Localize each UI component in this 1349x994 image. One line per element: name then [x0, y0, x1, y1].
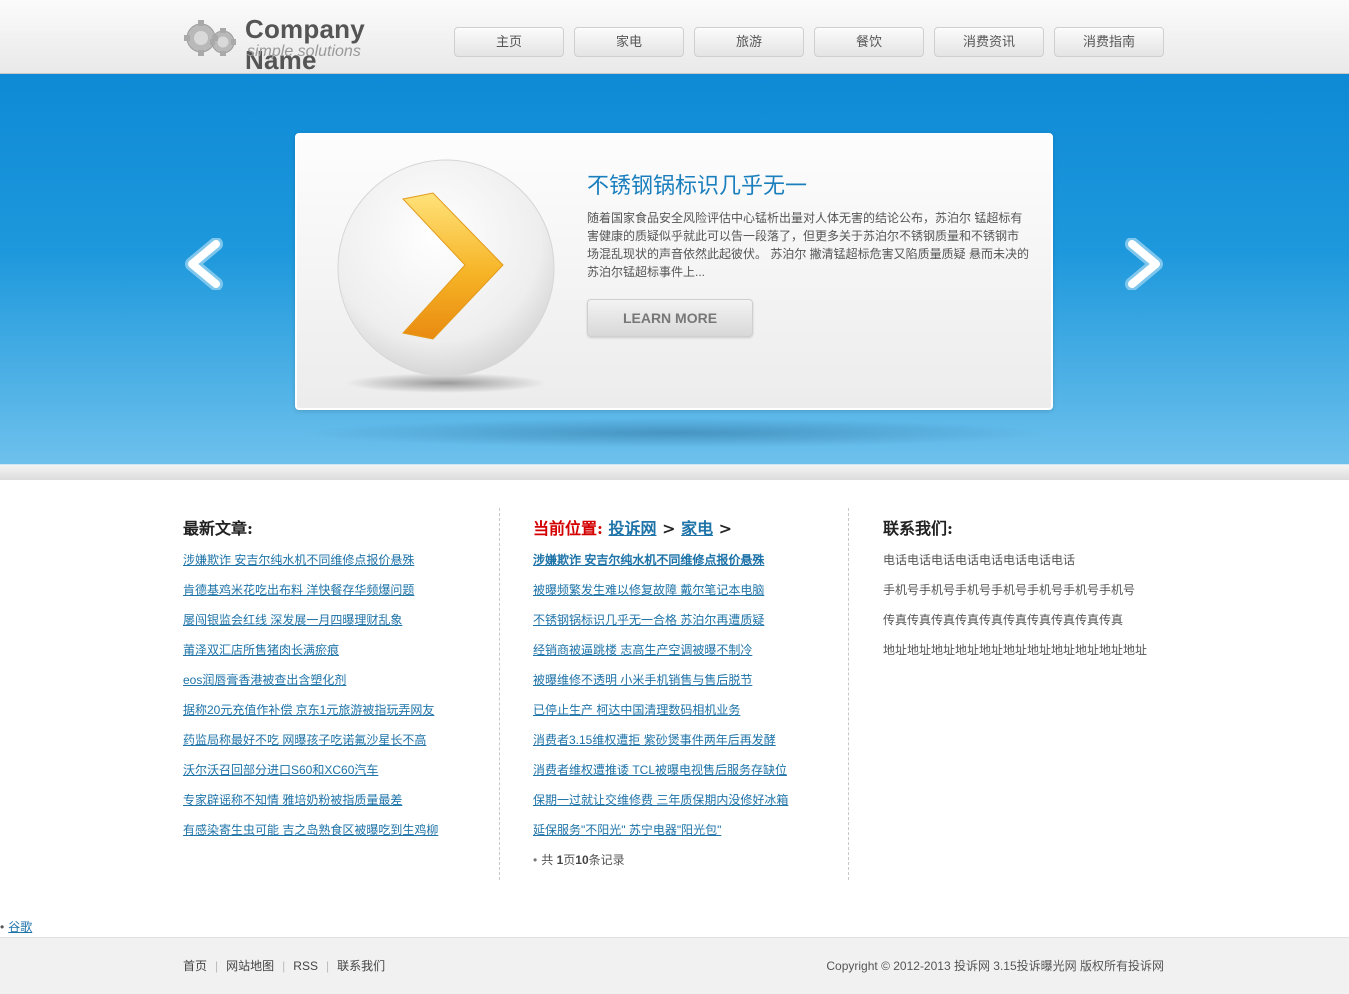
nav-home[interactable]: 主页 — [454, 27, 564, 57]
category-article-link[interactable]: 消费者维权遭推诿 TCL被曝电视售后服务存缺位 — [533, 763, 787, 777]
nav-consumer-guide[interactable]: 消费指南 — [1054, 27, 1164, 57]
category-article-link[interactable]: 保期一过就让交维修费 三年质保期内没修好冰箱 — [533, 793, 788, 807]
slide-panel: 不锈钢锅标识几乎无一 随着国家食品安全风险评估中心锰析出量对人体无害的结论公布，… — [295, 133, 1053, 410]
copyright: Copyright © 2012-2013 投诉网 3.15投诉曝光网 版权所有… — [826, 959, 1164, 973]
list-item: 有感染寄生虫可能 吉之岛熟食区被曝吃到生鸡柳 — [183, 820, 483, 850]
column-divider — [499, 508, 500, 880]
column-divider — [848, 508, 849, 880]
category-article-link[interactable]: 延保服务"不阳光" 苏宁电器"阳光包" — [533, 823, 721, 837]
list-item: 保期一过就让交维修费 三年质保期内没修好冰箱 — [533, 790, 833, 820]
slider-next-arrow-icon[interactable] — [1118, 238, 1166, 290]
location-label: 当前位置: — [533, 519, 603, 538]
breadcrumb-separator: > — [662, 519, 676, 538]
list-item: 已停止生产 柯达中国清理数码相机业务 — [533, 700, 833, 730]
footer-link-home[interactable]: 首页 — [183, 959, 207, 973]
header: Company Name simple solutions 主页 家电 旅游 餐… — [0, 0, 1349, 75]
bullet-icon: • — [533, 853, 538, 867]
footer-separator: | — [325, 959, 330, 973]
breadcrumb: 当前位置: 投诉网 > 家电 > — [533, 510, 833, 544]
list-item: 莆泽双汇店所售猪肉长满瘀痕 — [183, 640, 483, 670]
category-article-link[interactable]: 消费者3.15维权遭拒 紫砂煲事件两年后再发酵 — [533, 733, 776, 747]
pager-mid: 页 — [563, 853, 576, 867]
learn-more-button[interactable]: LEARN MORE — [587, 299, 753, 337]
breadcrumb-home-link[interactable]: 投诉网 — [609, 519, 657, 538]
list-item: 据称20元充值作补偿 京东1元旅游被指玩弄网友 — [183, 700, 483, 730]
logo[interactable]: Company Name simple solutions — [183, 12, 443, 75]
breadcrumb-separator: > — [718, 519, 733, 538]
nav-travel[interactable]: 旅游 — [694, 27, 804, 57]
yellow-chevron-orb-icon — [337, 159, 555, 393]
category-article-link[interactable]: 涉嫌欺诈 安吉尔纯水机不同维修点报价悬殊 — [533, 553, 764, 567]
pager-suffix: 条记录 — [588, 853, 625, 867]
nav-dining[interactable]: 餐饮 — [814, 27, 924, 57]
list-item: 经销商被逼跳楼 志高生产空调被曝不制冷 — [533, 640, 833, 670]
list-item: 肯德基鸡米花吃出布料 洋快餐存华频爆问题 — [183, 580, 483, 610]
latest-article-link[interactable]: 莆泽双汇店所售猪肉长满瘀痕 — [183, 643, 339, 657]
category-article-link[interactable]: 不锈钢锅标识几乎无一合格 苏泊尔再遭质疑 — [533, 613, 764, 627]
banner-bottom-strip — [0, 464, 1349, 480]
footer-link-contact[interactable]: 联系我们 — [337, 959, 385, 973]
category-article-link[interactable]: 经销商被逼跳楼 志高生产空调被曝不制冷 — [533, 643, 752, 657]
list-item: 消费者3.15维权遭拒 紫砂煲事件两年后再发酵 — [533, 730, 833, 760]
footer-separator: | — [215, 959, 219, 973]
latest-article-link[interactable]: 有感染寄生虫可能 吉之岛熟食区被曝吃到生鸡柳 — [183, 823, 438, 837]
friend-link: • 谷歌 — [0, 918, 32, 935]
list-item: 药监局称最好不吃 网曝孩子吃诺氟沙星长不高 — [183, 730, 483, 760]
contact-us: 联系我们: 电话电话电话电话电话电话电话电话 手机号手机号手机号手机号手机号手机… — [883, 510, 1173, 670]
list-item: 被曝频繁发生难以修复故障 戴尔笔记本电脑 — [533, 580, 833, 610]
latest-article-link[interactable]: 肯德基鸡米花吃出布料 洋快餐存华频爆问题 — [183, 583, 414, 597]
list-item: 沃尔沃召回部分进口S60和XC60汽车 — [183, 760, 483, 790]
list-item: 消费者维权遭推诿 TCL被曝电视售后服务存缺位 — [533, 760, 833, 790]
list-item: 被曝维修不透明 小米手机销售与售后脱节 — [533, 670, 833, 700]
category-articles-list: 涉嫌欺诈 安吉尔纯水机不同维修点报价悬殊 被曝频繁发生难以修复故障 戴尔笔记本电… — [533, 550, 833, 850]
pager-prefix: 共 — [541, 853, 554, 867]
category-article-link[interactable]: 被曝频繁发生难以修复故障 戴尔笔记本电脑 — [533, 583, 764, 597]
gears-icon — [184, 20, 236, 56]
bullet-icon: • — [0, 920, 5, 934]
latest-article-link[interactable]: 据称20元充值作补偿 京东1元旅游被指玩弄网友 — [183, 703, 434, 717]
contact-mobile: 手机号手机号手机号手机号手机号手机号手机号 — [883, 583, 1136, 597]
contact-fax: 传真传真传真传真传真传真传真传真传真传真 — [883, 613, 1124, 627]
footer-link-sitemap[interactable]: 网站地图 — [226, 959, 274, 973]
footer-separator: | — [282, 959, 286, 973]
category-article-link[interactable]: 已停止生产 柯达中国清理数码相机业务 — [533, 703, 740, 717]
company-tagline: simple solutions — [247, 43, 361, 60]
latest-article-link[interactable]: eos润唇膏香港被查出含塑化剂 — [183, 673, 346, 687]
list-item: 涉嫌欺诈 安吉尔纯水机不同维修点报价悬殊 — [183, 550, 483, 580]
nav-consumer-news[interactable]: 消费资讯 — [934, 27, 1044, 57]
list-item: eos润唇膏香港被查出含塑化剂 — [183, 670, 483, 700]
latest-article-link[interactable]: 药监局称最好不吃 网曝孩子吃诺氟沙星长不高 — [183, 733, 426, 747]
footer-links: 首页 | 网站地图 | RSS | 联系我们 — [183, 957, 385, 974]
pager: • 共 1页10条记录 — [533, 850, 833, 870]
nav-appliances[interactable]: 家电 — [574, 27, 684, 57]
category-articles: 当前位置: 投诉网 > 家电 > 涉嫌欺诈 安吉尔纯水机不同维修点报价悬殊 被曝… — [533, 510, 833, 870]
list-item: 不锈钢锅标识几乎无一合格 苏泊尔再遭质疑 — [533, 610, 833, 640]
breadcrumb-category-link[interactable]: 家电 — [681, 519, 713, 538]
list-item: 屡闯银监会红线 深发展一月四曝理财乱象 — [183, 610, 483, 640]
list-item: 延保服务"不阳光" 苏宁电器"阳光包" — [533, 820, 833, 850]
slide-title: 不锈钢锅标识几乎无一 — [587, 174, 808, 199]
list-item: 涉嫌欺诈 安吉尔纯水机不同维修点报价悬殊 — [533, 550, 833, 580]
contact-title: 联系我们: — [883, 519, 953, 538]
contact-phone: 电话电话电话电话电话电话电话电话 — [883, 553, 1076, 567]
category-article-link[interactable]: 被曝维修不透明 小米手机销售与售后脱节 — [533, 673, 752, 687]
slide-shadow — [300, 418, 1048, 448]
latest-articles: 最新文章: 涉嫌欺诈 安吉尔纯水机不同维修点报价悬殊 肯德基鸡米花吃出布料 洋快… — [183, 510, 483, 850]
footer-link-rss[interactable]: RSS — [293, 959, 318, 973]
latest-article-link[interactable]: 涉嫌欺诈 安吉尔纯水机不同维修点报价悬殊 — [183, 553, 414, 567]
list-item: 专家辟谣称不知情 雅培奶粉被指质量最差 — [183, 790, 483, 820]
footer: 首页 | 网站地图 | RSS | 联系我们 Copyright © 2012-2013 投… — [0, 937, 1349, 994]
contact-address: 地址地址地址地址地址地址地址地址地址地址地址 — [883, 643, 1148, 657]
pager-record-count: 10 — [575, 853, 589, 867]
latest-article-link[interactable]: 沃尔沃召回部分进口S60和XC60汽车 — [183, 763, 378, 777]
latest-articles-title: 最新文章: — [183, 519, 253, 538]
latest-articles-list: 涉嫌欺诈 安吉尔纯水机不同维修点报价悬殊 肯德基鸡米花吃出布料 洋快餐存华频爆问… — [183, 550, 483, 850]
latest-article-link[interactable]: 屡闯银监会红线 深发展一月四曝理财乱象 — [183, 613, 402, 627]
google-link[interactable]: 谷歌 — [8, 920, 32, 934]
latest-article-link[interactable]: 专家辟谣称不知情 雅培奶粉被指质量最差 — [183, 793, 402, 807]
slide-text: 随着国家食品安全风险评估中心锰析出量对人体无害的结论公布，苏泊尔 锰超标有害健康… — [587, 211, 1030, 279]
contact-list: 电话电话电话电话电话电话电话电话 手机号手机号手机号手机号手机号手机号手机号 传… — [883, 550, 1173, 670]
slider-prev-arrow-icon[interactable] — [182, 238, 230, 290]
